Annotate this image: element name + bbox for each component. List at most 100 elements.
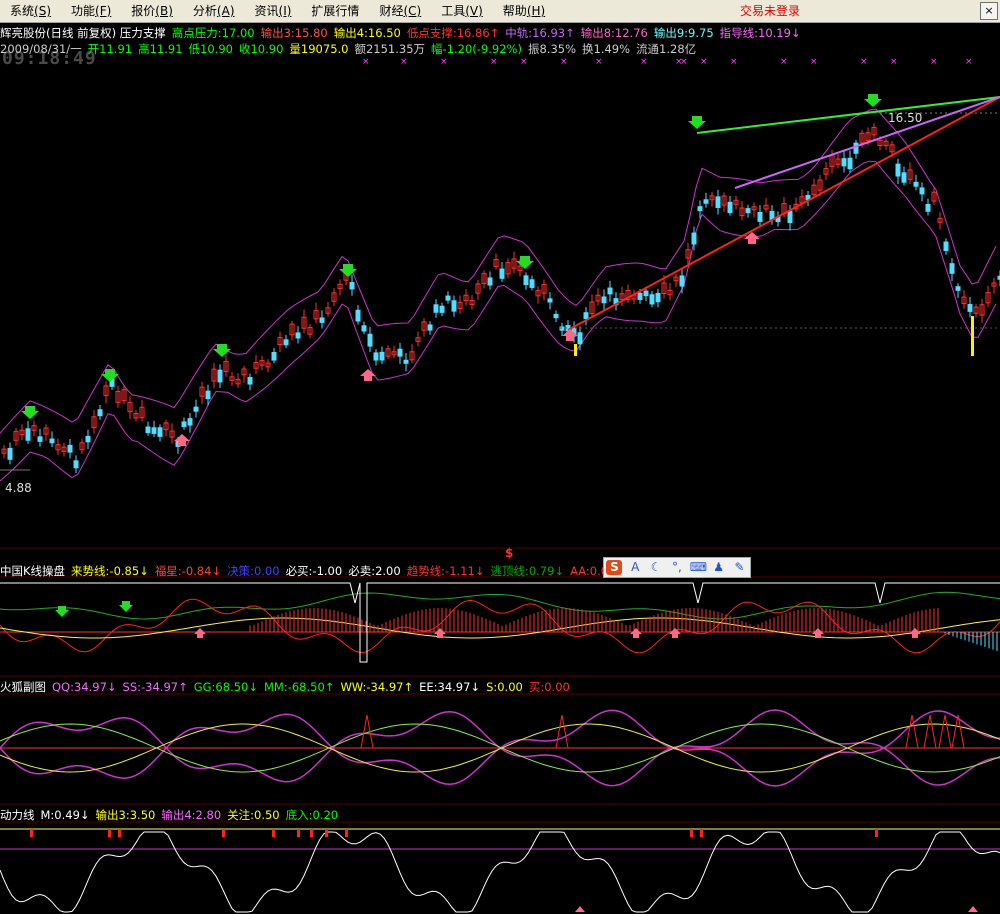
bar-info-item: 开11.91 (87, 42, 133, 56)
candle-body (757, 211, 763, 222)
candle-body (943, 241, 949, 251)
ime-ime-logo-icon[interactable]: S (606, 560, 623, 575)
main-indicator-item: 中轨:16.93↑ (505, 26, 575, 40)
candle-body (787, 210, 793, 224)
menu-ext[interactable]: 扩展行情 (301, 0, 369, 22)
panel2-indicator-header: 火狐副图 QQ:34.97↓ SS:-34.97↑ GG:68.50↓ MM:-68.5… (0, 679, 576, 695)
bar-info-item: 幅-1.20(-9.92%) (431, 42, 522, 56)
candle-body (433, 304, 439, 313)
candle-body (397, 348, 403, 357)
bar-info-item: 低10.90 (188, 42, 233, 56)
candle-body (295, 332, 301, 339)
menu-info-accelerator: (I) (278, 4, 292, 18)
panel3-indicator-item: 输出4:2.80 (161, 808, 222, 822)
panel1-buy-arrow-icon (630, 628, 642, 638)
menu-system[interactable]: 系统(S) (0, 0, 61, 22)
candle-body (379, 351, 385, 361)
ime-moon-icon[interactable]: ☾ (648, 560, 664, 575)
panel1-sell-arrow-icon (119, 601, 133, 612)
bar-info-item: 额2151.35万 (354, 42, 426, 56)
panel1-buy-arrow-icon (194, 628, 206, 638)
menu-analysis-accelerator: (A) (216, 4, 235, 18)
panel3-top-marker (875, 829, 878, 837)
panel2-indicator-item: 买:0.00 (528, 680, 570, 694)
support-trend-line (567, 96, 1000, 331)
panel3-top-marker (345, 829, 348, 837)
panel1-buy-arrow-icon (909, 628, 921, 638)
top-marker: × (700, 57, 708, 67)
ime-keyboard-icon[interactable]: ⌨ (690, 560, 707, 575)
menu-help[interactable]: 帮助(H) (493, 0, 555, 22)
menu-quote[interactable]: 报价(B) (121, 0, 183, 22)
menu-analysis[interactable]: 分析(A) (183, 0, 245, 22)
candle-body (451, 300, 457, 312)
candle-body (553, 313, 559, 319)
chart-canvas[interactable]: × × × × × × × × × × × × × × × × × × (0, 0, 1000, 914)
bottom-signal-bar (574, 344, 577, 356)
panel2-indicator-item: EE:34.97↓ (419, 680, 481, 694)
candle-body (355, 309, 361, 322)
menu-bar: 系统(S) 功能(F) 报价(B) 分析(A) 资讯(I) 扩展行情 财经(C) 工具(V) 帮… (0, 0, 1000, 23)
menu-system-label: 系统 (10, 4, 35, 18)
candle-body (559, 326, 565, 331)
candle-body (367, 333, 373, 347)
candle-body (217, 369, 223, 383)
candle-body (445, 295, 451, 301)
candle-body (361, 325, 367, 332)
candle-body (913, 181, 919, 187)
candle-body (691, 232, 697, 245)
menu-tools[interactable]: 工具(V) (431, 0, 493, 22)
main-indicator-item: 高点压力:17.00 (171, 26, 255, 40)
candle-body (583, 312, 589, 320)
top-marker: × (560, 57, 568, 67)
menu-finance-accelerator: (C) (403, 4, 422, 18)
panel3-indicator-item: 动力线 (0, 808, 35, 822)
bar-info-item: 流通1.28亿 (636, 42, 697, 56)
panel1-indicator-item: 来势线:-0.85↓ (71, 564, 149, 578)
price-high-label: 16.50 (888, 111, 923, 125)
panel3-indicator-item: 底入:0.20 (285, 808, 339, 822)
main-indicator-item: 低点支撑:16.86↑ (406, 26, 500, 40)
panel2-spike-line (951, 714, 965, 749)
menu-info[interactable]: 资讯(I) (245, 0, 302, 22)
price-low-label: 4.88 (5, 481, 32, 495)
candle-body (601, 296, 607, 304)
ime-punct-icon[interactable]: °, (669, 560, 685, 575)
bar-info-item: 2009/08/31/一 (0, 42, 82, 56)
ime-settings-icon[interactable]: ✎ (731, 560, 747, 575)
buy-arrow-icon (360, 369, 376, 381)
top-marker: × (730, 57, 738, 67)
menu-system-accelerator: (S) (34, 4, 51, 18)
sell-arrow-icon (688, 116, 706, 129)
candle-body (205, 390, 211, 400)
menu-function[interactable]: 功能(F) (61, 0, 121, 22)
top-marker: × (680, 57, 688, 67)
candle-body (319, 317, 325, 323)
ime-user-icon[interactable]: ♟ (711, 560, 727, 575)
menu-ext-label: 扩展行情 (311, 4, 360, 18)
candle-body (7, 447, 13, 460)
ime-toolbar[interactable]: S A ☾ °, ⌨ ♟ ✎ (603, 557, 751, 578)
menu-function-accelerator: (F) (95, 4, 112, 18)
menu-finance[interactable]: 财经(C) (369, 0, 431, 22)
envelope-upper-line (0, 108, 997, 434)
candle-body (727, 201, 733, 214)
candle-body (49, 438, 55, 444)
bar-info-item: 量19075.0 (289, 42, 349, 56)
menu-tools-accelerator: (V) (465, 4, 483, 18)
main-indicator-header: 辉亮股份(日线 前复权) 压力支撑 高点压力:17.00 输出3:15.80 输出4:… (0, 25, 807, 41)
ime-chinese-mode-icon[interactable]: A (627, 560, 643, 575)
candle-body (499, 268, 505, 279)
panel3-indicator-item: M:0.49↓ (40, 808, 90, 822)
candle-body (151, 427, 157, 434)
menu-quote-accelerator: (B) (155, 4, 173, 18)
trade-login-status[interactable]: 交易未登录 (740, 0, 800, 22)
candle-body (439, 305, 445, 313)
close-button[interactable]: × (980, 2, 998, 20)
candle-body (895, 163, 901, 177)
top-marker: × (780, 57, 788, 67)
panel2-indicator-item: MM:-68.50↑ (264, 680, 335, 694)
candle-body (181, 421, 187, 428)
candle-body (67, 444, 73, 453)
candle-body (145, 426, 151, 434)
